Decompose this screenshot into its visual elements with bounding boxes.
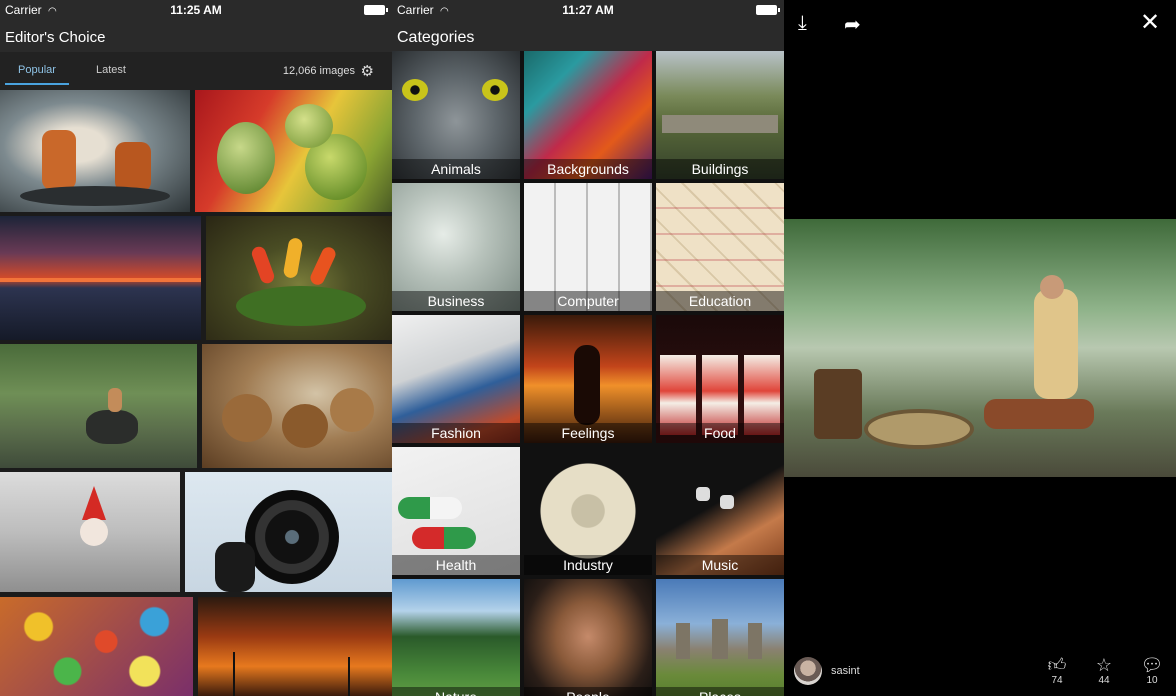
status-bar: Carrier ◠ 11:25 AM	[0, 0, 392, 20]
star-icon: ☆	[1095, 655, 1113, 675]
avatar[interactable]	[794, 657, 822, 685]
category-industry[interactable]: Industry	[524, 447, 652, 575]
category-feelings[interactable]: Feelings	[524, 315, 652, 443]
category-label: Buildings	[656, 159, 784, 179]
photo-camera-lens[interactable]	[185, 472, 392, 592]
category-music[interactable]: Music	[656, 447, 784, 575]
category-business[interactable]: Business	[392, 183, 520, 311]
photo-walnuts[interactable]	[202, 344, 392, 468]
like-count: 74	[1051, 675, 1063, 686]
page-title: Categories	[397, 29, 475, 46]
photo-cucumbers[interactable]	[195, 90, 392, 212]
category-label: Industry	[524, 555, 652, 575]
category-label: Backgrounds	[524, 159, 652, 179]
tab-popular[interactable]: Popular	[18, 64, 56, 76]
category-label: Places	[656, 687, 784, 696]
photo-buffalo-rider[interactable]	[0, 344, 197, 468]
comment-count: 10	[1146, 675, 1158, 686]
categories-screen: Carrier ◠ 11:27 AM Categories Animals Ba…	[392, 0, 784, 696]
favorite-count: 44	[1098, 675, 1110, 686]
category-food[interactable]: Food	[656, 315, 784, 443]
favorite-button[interactable]: ☆ 44	[1091, 655, 1117, 686]
category-buildings[interactable]: Buildings	[656, 51, 784, 179]
photo-monks[interactable]	[0, 90, 190, 212]
category-label: Feelings	[524, 423, 652, 443]
category-backgrounds[interactable]: Backgrounds	[524, 51, 652, 179]
close-icon[interactable]: ✕	[1140, 8, 1160, 37]
share-icon[interactable]: ➦	[844, 12, 861, 37]
thumbs-up-icon: 👍︎	[1047, 655, 1067, 675]
gear-icon[interactable]: ⚙	[361, 62, 374, 80]
photo-chili-peppers[interactable]	[206, 216, 392, 340]
full-image[interactable]	[784, 219, 1176, 477]
status-bar: Carrier ◠ 11:27 AM	[392, 0, 784, 20]
image-viewer-screen: ⤓ ➦ ✕ sasint 👍︎ 74 ☆ 44 💬︎ 10	[784, 0, 1176, 696]
nav-bar: Editor's Choice	[0, 20, 392, 52]
comment-button[interactable]: 💬︎ 10	[1139, 655, 1165, 686]
category-label: Nature	[392, 687, 520, 696]
category-computer[interactable]: Computer	[524, 183, 652, 311]
battery-icon	[364, 5, 388, 15]
clock: 11:25 AM	[170, 3, 222, 17]
speech-bubble-icon: 💬︎	[1140, 655, 1164, 675]
category-label: Health	[392, 555, 520, 575]
photo-gnome-snow[interactable]	[0, 472, 180, 592]
category-education[interactable]: Education	[656, 183, 784, 311]
tab-latest[interactable]: Latest	[96, 64, 126, 76]
nav-bar: Categories	[392, 20, 784, 51]
category-label: Animals	[392, 159, 520, 179]
category-fashion[interactable]: Fashion	[392, 315, 520, 443]
page-title: Editor's Choice	[5, 29, 106, 46]
photo-marbles[interactable]	[0, 597, 193, 696]
category-people[interactable]: People	[524, 579, 652, 696]
photo-wind-turbines[interactable]	[198, 597, 392, 696]
download-icon[interactable]: ⤓	[798, 12, 807, 35]
category-animals[interactable]: Animals	[392, 51, 520, 179]
clock: 11:27 AM	[562, 3, 614, 17]
category-label: Fashion	[392, 423, 520, 443]
category-nature[interactable]: Nature	[392, 579, 520, 696]
active-tab-indicator	[5, 83, 69, 85]
username[interactable]: sasint	[831, 665, 860, 677]
battery-icon	[756, 5, 780, 15]
tab-bar: Popular Latest 12,066 images ⚙	[0, 52, 392, 90]
photo-harbor-sunset[interactable]	[0, 216, 201, 340]
category-label: Computer	[524, 291, 652, 311]
category-label: Music	[656, 555, 784, 575]
image-count: 12,066 images	[282, 65, 355, 77]
category-label: Education	[656, 291, 784, 311]
category-label: Food	[656, 423, 784, 443]
category-places[interactable]: Places	[656, 579, 784, 696]
editors-choice-screen: Carrier ◠ 11:25 AM Editor's Choice Popul…	[0, 0, 392, 696]
category-health[interactable]: Health	[392, 447, 520, 575]
like-button[interactable]: 👍︎ 74	[1044, 655, 1070, 686]
category-label: People	[524, 687, 652, 696]
category-label: Business	[392, 291, 520, 311]
